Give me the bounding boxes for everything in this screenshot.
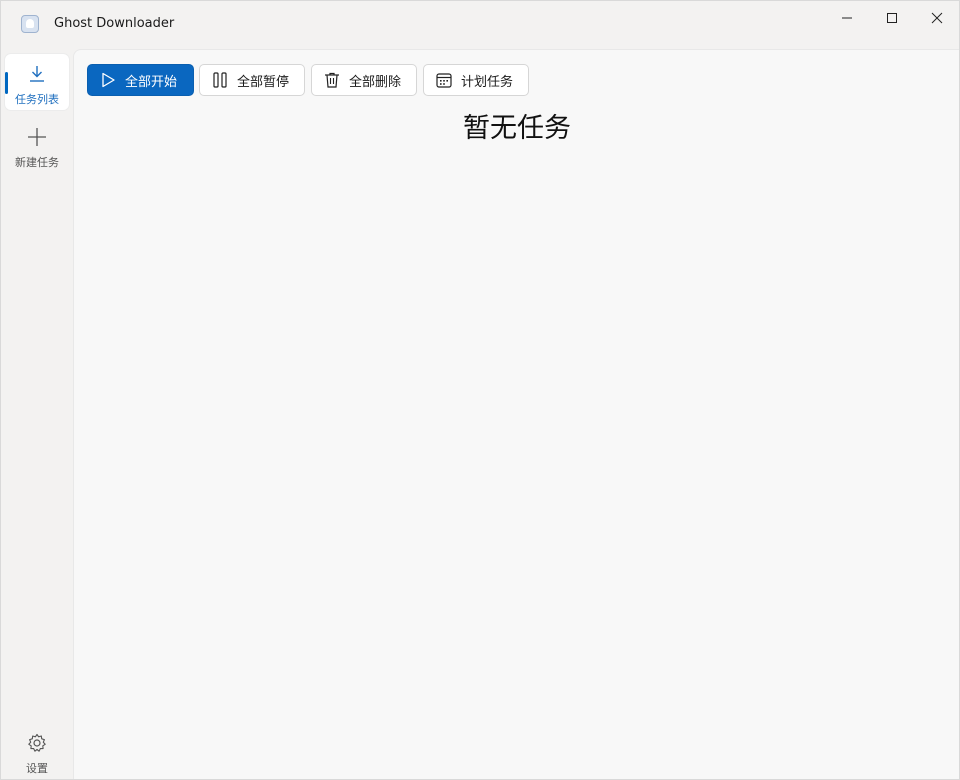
gear-icon [28, 733, 46, 752]
play-icon [102, 72, 115, 88]
trash-icon [325, 72, 339, 88]
nav-item-new-task[interactable]: 新建任务 [5, 117, 69, 173]
delete-all-button[interactable]: 全部删除 [311, 64, 417, 96]
plus-icon [28, 128, 46, 146]
start-all-label: 全部开始 [125, 74, 178, 90]
pause-all-label: 全部暂停 [237, 74, 290, 90]
title-bar: Ghost Downloader [1, 1, 959, 49]
app-window: Ghost Downloader 任务列表 新建任务 设置 全部开始 全部暂停 … [0, 0, 960, 780]
minimize-icon [842, 17, 852, 19]
nav-item-task-list[interactable]: 任务列表 [5, 54, 69, 110]
empty-state-message: 暂无任务 [463, 113, 571, 144]
maximize-button[interactable] [870, 1, 914, 35]
navigation-rail: 任务列表 新建任务 设置 [1, 49, 73, 779]
nav-label-new-task: 新建任务 [15, 156, 59, 169]
delete-all-label: 全部删除 [349, 74, 402, 90]
pause-all-button[interactable]: 全部暂停 [199, 64, 305, 96]
app-title: Ghost Downloader [54, 16, 175, 31]
calendar-icon [436, 73, 452, 88]
nav-label-task-list: 任务列表 [15, 93, 59, 106]
ghost-app-icon [21, 15, 39, 33]
close-icon [931, 12, 943, 24]
maximize-icon [887, 13, 897, 23]
schedule-task-button[interactable]: 计划任务 [423, 64, 529, 96]
task-list-page: 全部开始 全部暂停 全部删除 计划任务 暂无任务 [73, 49, 959, 779]
close-button[interactable] [915, 1, 959, 35]
pause-icon [213, 72, 227, 88]
nav-item-settings[interactable]: 设置 [5, 723, 69, 779]
start-all-button[interactable]: 全部开始 [87, 64, 194, 96]
minimize-button[interactable] [825, 1, 869, 35]
download-icon [30, 66, 44, 82]
schedule-task-label: 计划任务 [461, 74, 514, 90]
nav-label-settings: 设置 [26, 762, 48, 775]
